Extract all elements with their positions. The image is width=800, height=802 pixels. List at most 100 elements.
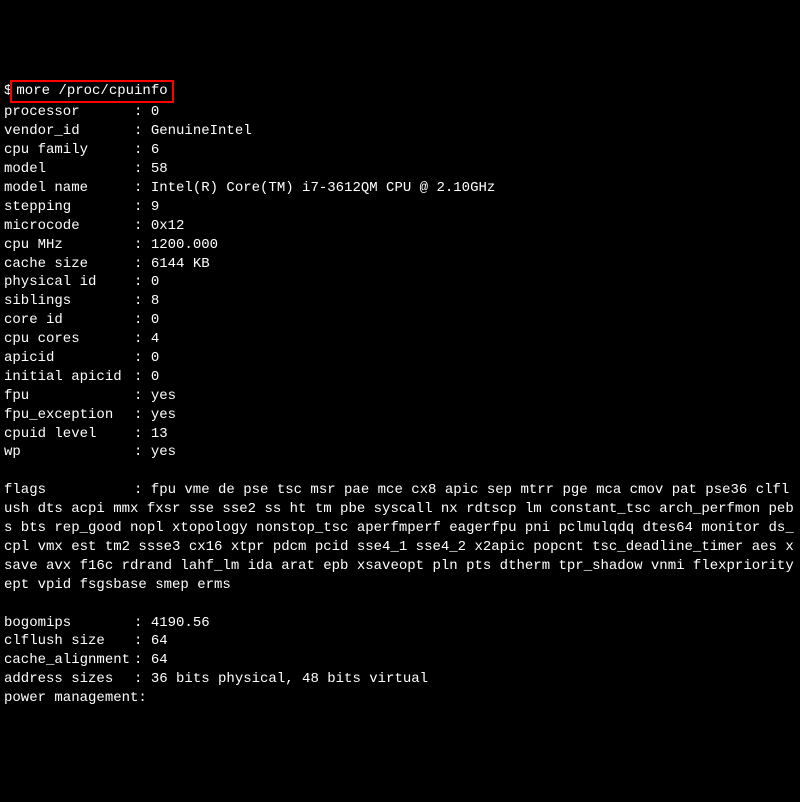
cpuinfo-tail: bogomips: 4190.56clflush size: 64cache_a… [4,614,796,708]
row-value: 0 [151,350,159,366]
row-key: model name [4,179,134,198]
row-value: 6 [151,142,159,158]
cpuinfo-row: cache size: 6144 KB [4,255,796,274]
row-value: 0 [151,369,159,385]
row-key: cpu cores [4,330,134,349]
cpuinfo-row: initial apicid: 0 [4,368,796,387]
row-value: yes [151,407,176,423]
cpuinfo-row: cpuid level: 13 [4,425,796,444]
cpuinfo-row: processor: 0 [4,103,796,122]
row-key: power management [4,689,138,708]
row-key: initial apicid [4,368,134,387]
cpuinfo-row: stepping: 9 [4,198,796,217]
cpuinfo-row: clflush size: 64 [4,632,796,651]
row-key: cache_alignment [4,651,134,670]
cpuinfo-row: cache_alignment: 64 [4,651,796,670]
row-separator: : [134,123,151,139]
row-separator: : [134,444,151,460]
row-separator: : [134,671,151,687]
row-key: address sizes [4,670,134,689]
cpuinfo-row: cpu family: 6 [4,141,796,160]
row-separator: : [134,633,151,649]
row-separator: : [134,180,151,196]
cpuinfo-row: cpu MHz: 1200.000 [4,236,796,255]
row-key: microcode [4,217,134,236]
row-separator: : [134,652,151,668]
row-value: Intel(R) Core(TM) i7-3612QM CPU @ 2.10GH… [151,180,495,196]
row-key: fpu [4,387,134,406]
row-separator: : [134,331,151,347]
row-separator: : [134,293,151,309]
row-separator: : [134,237,151,253]
row-value: 8 [151,293,159,309]
row-key: siblings [4,292,134,311]
flags-key: flags [4,481,134,500]
command-line: $more /proc/cpuinfo [4,80,174,104]
row-separator: : [134,104,151,120]
row-separator: : [134,218,151,234]
row-key: apicid [4,349,134,368]
command-text: more /proc/cpuinfo [16,83,167,99]
row-separator: : [134,142,151,158]
row-value: 0 [151,104,159,120]
row-separator: : [134,350,151,366]
row-key: clflush size [4,632,134,651]
row-value: 1200.000 [151,237,218,253]
row-key: stepping [4,198,134,217]
cpuinfo-row: siblings: 8 [4,292,796,311]
cpuinfo-row: address sizes: 36 bits physical, 48 bits… [4,670,796,689]
flags-row: flags: fpu vme de pse tsc msr pae mce cx… [4,481,796,594]
row-separator: : [134,256,151,272]
cpuinfo-row: model name: Intel(R) Core(TM) i7-3612QM … [4,179,796,198]
row-value: yes [151,388,176,404]
row-separator: : [134,274,151,290]
row-value: 0 [151,312,159,328]
cpuinfo-row: core id: 0 [4,311,796,330]
cpuinfo-row: power management: [4,689,796,708]
row-key: processor [4,103,134,122]
cpuinfo-row: fpu: yes [4,387,796,406]
cpuinfo-row: bogomips: 4190.56 [4,614,796,633]
row-value: 6144 KB [151,256,210,272]
row-value: 64 [151,633,168,649]
row-value: 4 [151,331,159,347]
row-separator: : [134,407,151,423]
row-value: 4190.56 [151,615,210,631]
row-key: cpu MHz [4,236,134,255]
row-separator: : [138,690,146,706]
cpuinfo-row: cpu cores: 4 [4,330,796,349]
row-separator: : [134,426,151,442]
cpuinfo-row: microcode: 0x12 [4,217,796,236]
row-key: wp [4,443,134,462]
row-separator: : [134,369,151,385]
row-separator: : [134,199,151,215]
row-value: 9 [151,199,159,215]
row-separator: : [134,161,151,177]
row-value: 36 bits physical, 48 bits virtual [151,671,428,687]
row-key: cache size [4,255,134,274]
row-key: vendor_id [4,122,134,141]
row-key: cpu family [4,141,134,160]
row-key: bogomips [4,614,134,633]
row-key: physical id [4,273,134,292]
row-key: model [4,160,134,179]
row-key: cpuid level [4,425,134,444]
row-value: yes [151,444,176,460]
cpuinfo-output: processor: 0vendor_id: GenuineIntelcpu f… [4,103,796,462]
row-value: 0x12 [151,218,185,234]
row-value: 64 [151,652,168,668]
cpuinfo-row: model: 58 [4,160,796,179]
row-key: core id [4,311,134,330]
cpuinfo-row: fpu_exception: yes [4,406,796,425]
cpuinfo-row: wp: yes [4,443,796,462]
row-separator: : [134,312,151,328]
row-value: 0 [151,274,159,290]
row-separator: : [134,388,151,404]
row-value: 58 [151,161,168,177]
row-separator: : [134,615,151,631]
cpuinfo-row: physical id: 0 [4,273,796,292]
row-value: 13 [151,426,168,442]
cpuinfo-row: apicid: 0 [4,349,796,368]
cpuinfo-row: vendor_id: GenuineIntel [4,122,796,141]
command-highlight: more /proc/cpuinfo [10,80,173,104]
